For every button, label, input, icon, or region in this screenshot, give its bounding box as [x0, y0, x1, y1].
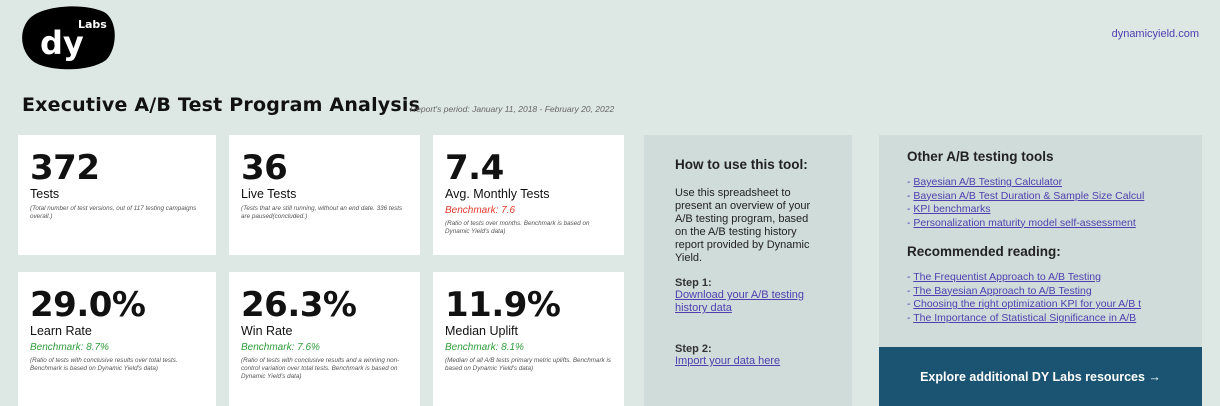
reading-link[interactable]: The Importance of Statistical Significan… [913, 312, 1136, 324]
reading-list: - The Frequentist Approach to A/B Testin… [907, 271, 1174, 325]
list-item: - Personalization maturity model self-as… [907, 216, 1136, 229]
metric-benchmark: Benchmark: 8.1% [445, 342, 524, 353]
list-item: - The Frequentist Approach to A/B Testin… [907, 271, 1101, 283]
metric-benchmark: Benchmark: 7.6% [241, 342, 320, 353]
reading-link[interactable]: The Frequentist Approach to A/B Testing [913, 271, 1101, 283]
metric-value: 36 [241, 148, 288, 188]
site-link[interactable]: dynamicyield.com [1112, 28, 1199, 40]
tools-list: - Bayesian A/B Testing Calculator - Baye… [907, 176, 1174, 230]
logo-text: dy [40, 24, 84, 62]
tool-link[interactable]: Bayesian A/B Testing Calculator [913, 176, 1062, 188]
metric-label: Win Rate [241, 324, 293, 338]
metric-value: 11.9% [445, 285, 561, 325]
explore-resources-button[interactable]: Explore additional DY Labs resources → [879, 347, 1202, 406]
how-to-panel: How to use this tool: Use this spreadshe… [644, 135, 852, 406]
metric-card-live-tests: 36 Live Tests (Tests that are still runn… [229, 135, 420, 255]
reading-title: Recommended reading: [907, 244, 1061, 259]
dy-labs-logo[interactable]: Labs dy [20, 4, 118, 70]
metric-value: 7.4 [445, 148, 504, 188]
metric-card-win-rate: 26.3% Win Rate Benchmark: 7.6% (Ratio of… [229, 272, 420, 406]
metric-benchmark: Benchmark: 8.7% [30, 342, 109, 353]
metric-note: (Ratio of tests with conclusive results … [30, 357, 178, 372]
metric-note: (Tests that are still running, without a… [241, 205, 403, 220]
metric-value: 26.3% [241, 285, 357, 325]
tool-link[interactable]: Bayesian A/B Test Duration & Sample Size… [913, 190, 1144, 202]
metric-card-median-uplift: 11.9% Median Uplift Benchmark: 8.1% (Med… [433, 272, 624, 406]
metric-label: Live Tests [241, 187, 297, 201]
list-item: - The Bayesian Approach to A/B Testing [907, 284, 1092, 297]
tool-link[interactable]: KPI benchmarks [913, 203, 990, 215]
how-to-title: How to use this tool: [675, 157, 808, 172]
metric-label: Avg. Monthly Tests [445, 187, 550, 201]
metric-benchmark: Benchmark: 7.6 [445, 205, 516, 216]
tools-panel: Other A/B testing tools - Bayesian A/B T… [879, 135, 1202, 347]
metric-card-learn-rate: 29.0% Learn Rate Benchmark: 8.7% (Ratio … [18, 272, 216, 406]
list-item: - KPI benchmarks [907, 203, 991, 215]
how-to-description: Use this spreadsheet to present an overv… [675, 187, 811, 264]
step-1-label: Step 1: [675, 277, 712, 289]
metric-card-avg-monthly-tests: 7.4 Avg. Monthly Tests Benchmark: 7.6 (R… [433, 135, 624, 255]
metric-note: (Ratio of tests with conclusive results … [241, 357, 400, 380]
metric-label: Learn Rate [30, 324, 92, 338]
metric-value: 29.0% [30, 285, 146, 325]
metric-value: 372 [30, 148, 100, 188]
reading-link[interactable]: Choosing the right optimization KPI for … [913, 298, 1141, 310]
step-2-label: Step 2: [675, 343, 712, 355]
metric-note: (Ratio of tests over months. Benchmark i… [445, 220, 590, 235]
list-item: - The Importance of Statistical Signific… [907, 311, 1137, 324]
list-item: - Bayesian A/B Testing Calculator [907, 176, 1063, 188]
report-period: Report's period: January 11, 2018 - Febr… [410, 104, 615, 114]
metric-note: (Median of all A/B tests primary metric … [445, 357, 611, 372]
metric-card-tests: 372 Tests (Total number of test versions… [18, 135, 216, 255]
tools-title: Other A/B testing tools [907, 149, 1054, 164]
page-title: Executive A/B Test Program Analysis [22, 94, 421, 116]
download-history-link[interactable]: Download your A/B testing history data [675, 289, 822, 315]
metric-note: (Total number of test versions, out of 1… [30, 205, 197, 220]
metric-label: Median Uplift [445, 324, 518, 338]
metric-label: Tests [30, 187, 60, 201]
list-item: - Bayesian A/B Test Duration & Sample Si… [907, 189, 1145, 202]
import-data-link[interactable]: Import your data here [675, 355, 822, 368]
list-item: - Choosing the right optimization KPI fo… [907, 298, 1142, 310]
reading-link[interactable]: The Bayesian Approach to A/B Testing [913, 285, 1091, 297]
tool-link[interactable]: Personalization maturity model self-asse… [913, 217, 1135, 229]
